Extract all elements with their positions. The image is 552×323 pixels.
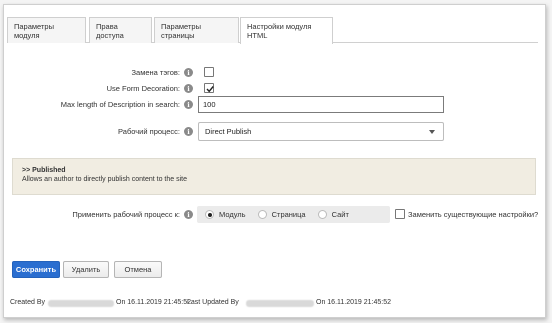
max-length-label: Max length of Description in search: [60, 100, 180, 109]
replace-tags-checkbox[interactable] [204, 67, 214, 77]
tab-label: Настройки модуля HTML [247, 22, 312, 40]
workflow-label: Рабочий процесс: [118, 127, 180, 136]
audit-footer: Created By On 16.11.2019 21:45:52 Last U… [10, 299, 540, 309]
radio-dot [317, 210, 327, 219]
created-on-text: On 16.11.2019 21:45:52 [116, 299, 191, 306]
tab-html-module-settings[interactable]: Настройки модуля HTML [240, 17, 333, 44]
updated-on-text: On 16.11.2019 21:45:52 [316, 299, 391, 306]
workflow-info-panel: >> Published Allows an author to directl… [12, 158, 536, 195]
form-decoration-checkbox[interactable] [204, 83, 214, 93]
panel-text: Allows an author to directly publish con… [22, 176, 187, 183]
replace-tags-label: Замена тэгов: [131, 68, 181, 77]
radio-label: Модуль [219, 210, 246, 219]
tab-page-settings[interactable]: Параметры страницы [154, 17, 239, 43]
radio-label: Сайт [331, 210, 349, 219]
workflow-select-value: Direct Publish [205, 127, 252, 136]
radio-module[interactable]: Модуль [205, 210, 246, 219]
tab-module-settings[interactable]: Параметры модуля [7, 17, 86, 43]
info-icon[interactable]: i [184, 127, 193, 136]
chevron-down-icon [429, 130, 435, 134]
delete-button[interactable]: Удалить [63, 261, 109, 278]
panel-title: >> Published [22, 167, 66, 174]
radio-site[interactable]: Сайт [317, 210, 349, 219]
info-icon[interactable]: i [184, 210, 193, 219]
apply-workflow-radio-group: Модуль Страница Сайт [197, 206, 390, 223]
cancel-button[interactable]: Отмена [114, 261, 162, 278]
updated-by-label: Last Updated By [187, 299, 239, 306]
radio-dot [205, 210, 214, 219]
info-icon[interactable]: i [184, 84, 193, 93]
redacted-user [48, 300, 114, 307]
tab-permissions[interactable]: Права доступа [89, 17, 152, 43]
max-length-input[interactable]: 100 [198, 96, 444, 113]
workflow-select[interactable]: Direct Publish [198, 122, 444, 141]
tab-bar: Параметры модуля Права доступа Параметры… [7, 17, 538, 44]
created-by-label: Created By [10, 299, 46, 306]
form-decoration-label: Use Form Decoration: [106, 84, 180, 93]
checkmark-icon [206, 86, 214, 93]
replace-existing-checkbox[interactable] [395, 209, 405, 219]
save-button[interactable]: Сохранить [12, 261, 60, 278]
apply-workflow-label: Применить рабочий процесс к: [72, 210, 180, 219]
tab-label: Права доступа [96, 21, 124, 40]
tab-label: Параметры страницы [161, 21, 201, 40]
redacted-user [246, 300, 314, 307]
radio-page[interactable]: Страница [257, 210, 306, 219]
info-icon[interactable]: i [184, 68, 193, 77]
replace-existing-label: Заменить существующие настройки? [408, 210, 539, 219]
tab-label: Параметры модуля [14, 21, 54, 40]
info-icon[interactable]: i [184, 100, 193, 109]
radio-dot [257, 210, 267, 219]
radio-label: Страница [271, 210, 306, 219]
